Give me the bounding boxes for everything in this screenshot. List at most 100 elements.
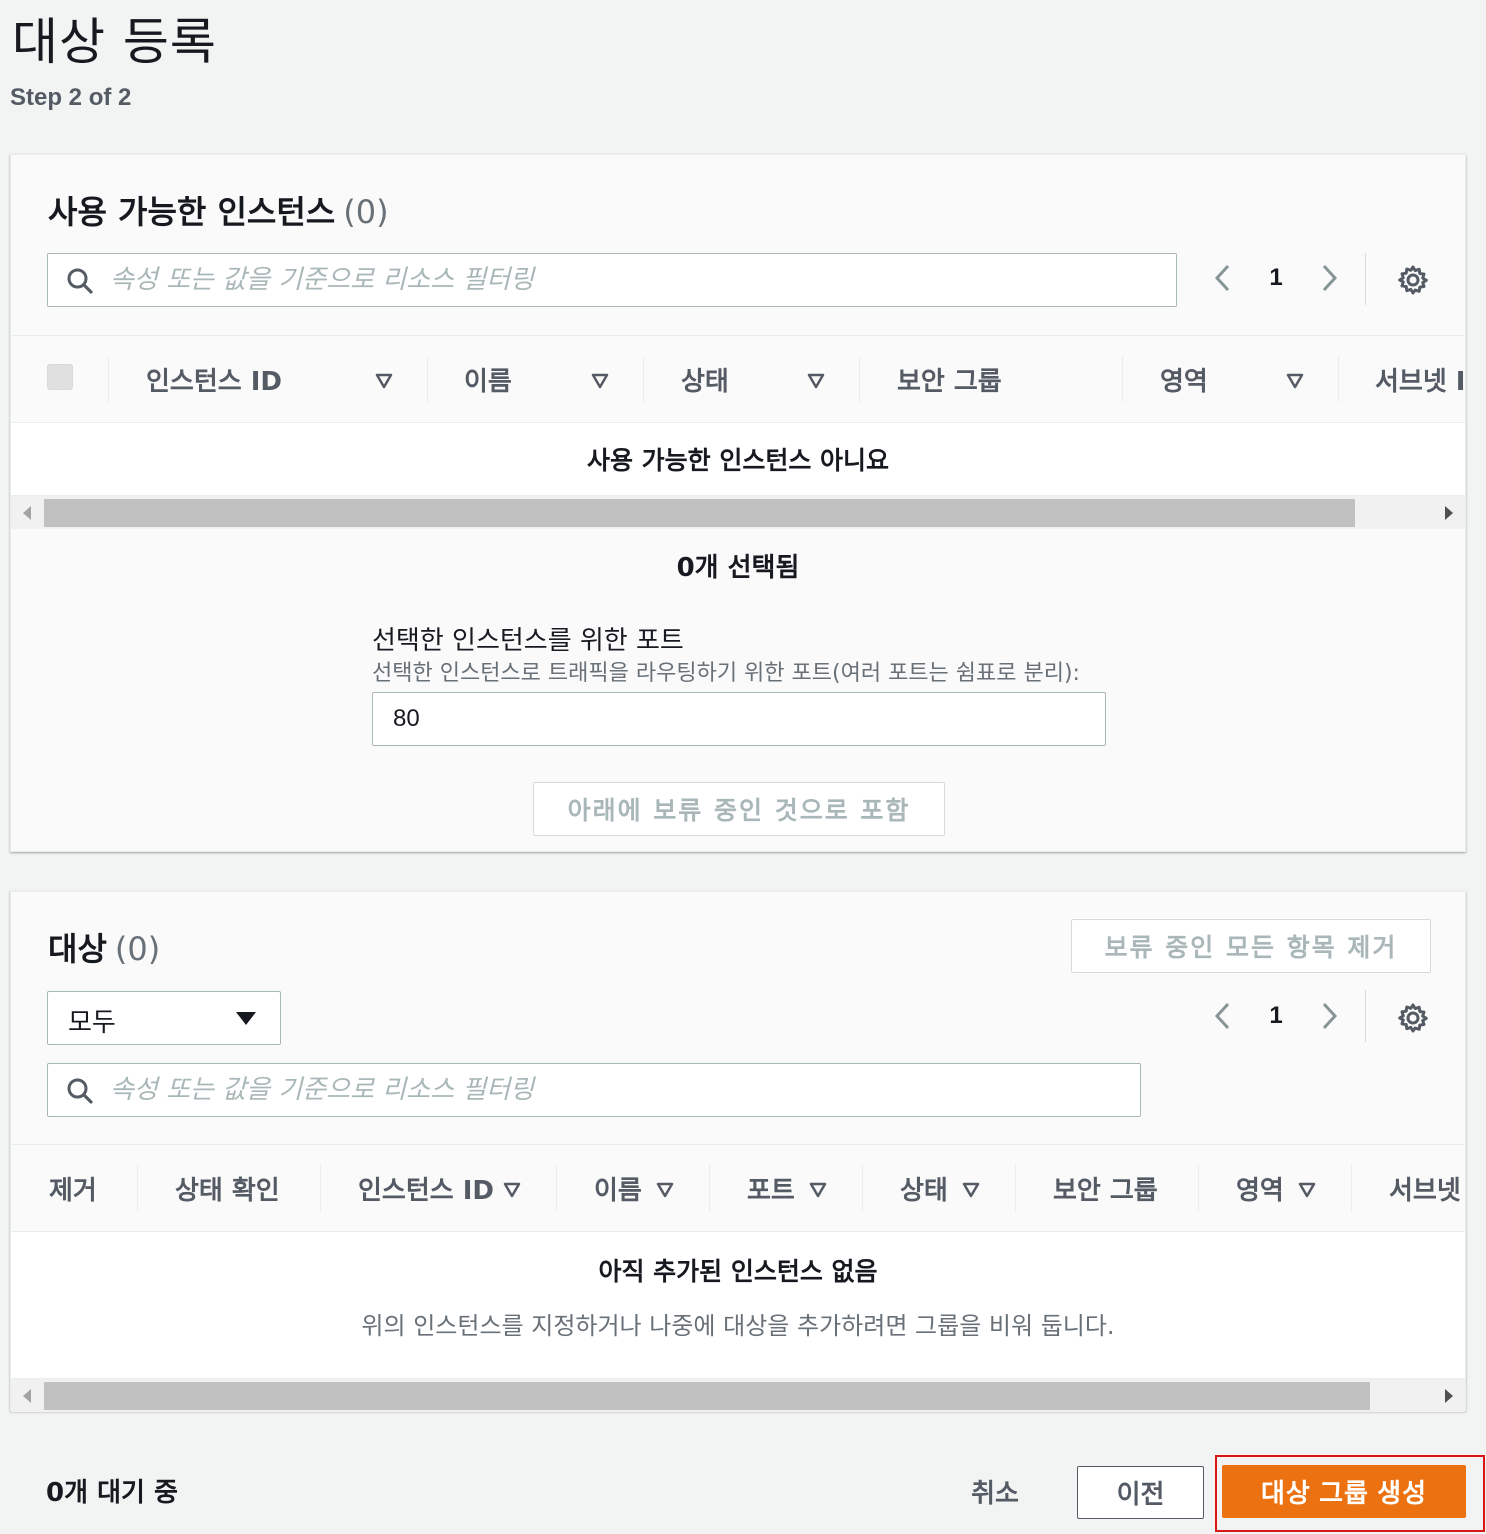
column-label: 상태 xyxy=(900,1175,948,1206)
column-divider xyxy=(643,356,644,402)
port-input[interactable] xyxy=(372,692,1106,746)
chevron-right-icon[interactable] xyxy=(1317,262,1341,294)
include-as-pending-button[interactable]: 아래에 보류 중인 것으로 포함 xyxy=(533,782,945,836)
column-label: 상태 확인 xyxy=(175,1175,280,1206)
column-divider xyxy=(862,1165,863,1211)
available-pagination: 1 xyxy=(1211,262,1341,294)
column-label: 제거 xyxy=(49,1175,97,1206)
sort-caret-icon[interactable] xyxy=(375,373,393,389)
targets-pagination: 1 xyxy=(1211,1000,1341,1032)
remove-all-pending-button[interactable]: 보류 중인 모든 항목 제거 xyxy=(1071,919,1431,973)
sort-caret-icon[interactable] xyxy=(503,1182,521,1198)
sort-caret-icon[interactable] xyxy=(591,373,609,389)
sort-caret-icon[interactable] xyxy=(962,1182,980,1198)
available-instances-count: (0) xyxy=(343,193,389,231)
column-state[interactable]: 상태 xyxy=(681,336,729,422)
pager-divider xyxy=(1365,990,1366,1042)
targets-horizontal-scrollbar[interactable] xyxy=(11,1378,1465,1412)
previous-button[interactable]: 이전 xyxy=(1077,1466,1204,1519)
scrollbar-thumb[interactable] xyxy=(44,1382,1370,1410)
column-label: 인스턴스 ID xyxy=(146,366,282,397)
search-icon xyxy=(67,268,93,294)
available-instances-panel: 사용 가능한 인스턴스(0) 1 인스턴스 ID 이름 상태 보안 그룹 영 xyxy=(10,154,1466,852)
sort-caret-icon[interactable] xyxy=(1298,1182,1316,1198)
scroll-left-arrow-icon[interactable] xyxy=(23,1389,31,1403)
column-name[interactable]: 이름 xyxy=(464,336,512,422)
column-divider xyxy=(1015,1165,1016,1211)
column-instance-id[interactable]: 인스턴스 ID xyxy=(146,336,282,422)
column-divider xyxy=(556,1165,557,1211)
column-health-check[interactable]: 상태 확인 xyxy=(175,1145,280,1231)
scroll-right-arrow-icon[interactable] xyxy=(1445,1389,1453,1403)
caret-down-icon xyxy=(236,1012,256,1025)
chevron-right-icon[interactable] xyxy=(1317,1000,1341,1032)
scrollbar-thumb[interactable] xyxy=(44,499,1355,527)
targets-panel: 대상(0) 보류 중인 모든 항목 제거 모두 1 제거 상태 확인 인스턴스 … xyxy=(10,891,1466,1412)
targets-empty-title: 아직 추가된 인스턴스 없음 xyxy=(598,1257,878,1286)
sort-caret-icon[interactable] xyxy=(809,1182,827,1198)
targets-search-box xyxy=(47,1063,1141,1117)
column-port[interactable]: 포트 xyxy=(747,1145,795,1231)
column-divider xyxy=(137,1165,138,1211)
cancel-button[interactable]: 취소 xyxy=(958,1466,1032,1516)
column-subnet[interactable]: 서브넷 xyxy=(1389,1145,1461,1231)
column-label: 이름 xyxy=(594,1175,642,1206)
targets-heading: 대상 (0) xyxy=(48,924,160,970)
column-zone[interactable]: 영역 xyxy=(1160,336,1208,422)
column-subnet[interactable]: 서브넷 I xyxy=(1375,336,1465,422)
targets-empty-description: 위의 인스턴스를 지정하거나 나중에 대상을 추가하려면 그룹을 비워 둡니다. xyxy=(361,1312,1115,1340)
column-remove[interactable]: 제거 xyxy=(49,1145,97,1231)
sort-caret-icon[interactable] xyxy=(656,1182,674,1198)
column-instance-id[interactable]: 인스턴스 ID xyxy=(358,1145,494,1231)
available-table-header: 인스턴스 ID 이름 상태 보안 그룹 영역 서브넷 I xyxy=(11,335,1465,423)
column-label: 상태 xyxy=(681,366,729,397)
column-label: 보안 그룹 xyxy=(1053,1175,1158,1206)
pending-count: 0개 대기 중 xyxy=(46,1478,178,1508)
column-label: 이름 xyxy=(464,366,512,397)
column-divider xyxy=(1338,356,1339,402)
search-icon xyxy=(67,1078,93,1104)
gear-icon[interactable] xyxy=(1397,1002,1429,1034)
targets-title: 대상 xyxy=(48,930,107,968)
targets-search-input[interactable] xyxy=(110,1070,1122,1110)
available-page-number[interactable]: 1 xyxy=(1235,264,1317,292)
gear-icon[interactable] xyxy=(1397,264,1429,296)
column-security-group[interactable]: 보안 그룹 xyxy=(1053,1145,1158,1231)
targets-filter-value: 모두 xyxy=(68,1008,116,1038)
column-name[interactable]: 이름 xyxy=(594,1145,642,1231)
column-divider xyxy=(108,356,109,402)
column-zone[interactable]: 영역 xyxy=(1236,1145,1284,1231)
column-state[interactable]: 상태 xyxy=(900,1145,948,1231)
targets-count: (0) xyxy=(114,930,161,968)
available-horizontal-scrollbar[interactable] xyxy=(11,495,1465,529)
targets-table-header: 제거 상태 확인 인스턴스 ID 이름 포트 상태 보안 그룹 영역 서브넷 xyxy=(11,1144,1465,1232)
targets-page-number[interactable]: 1 xyxy=(1235,1002,1317,1030)
column-label: 영역 xyxy=(1160,366,1208,397)
column-divider xyxy=(859,356,860,402)
column-divider xyxy=(709,1165,710,1211)
scroll-right-arrow-icon[interactable] xyxy=(1445,506,1453,520)
available-search-box xyxy=(47,253,1177,307)
select-all-checkbox[interactable] xyxy=(47,364,73,390)
column-label: 영역 xyxy=(1236,1175,1284,1206)
column-divider xyxy=(1198,1165,1199,1211)
chevron-left-icon[interactable] xyxy=(1211,262,1235,294)
sort-caret-icon[interactable] xyxy=(807,373,825,389)
port-description: 선택한 인스턴스로 트래픽을 라우팅하기 위한 포트(여러 포트는 쉼표로 분리… xyxy=(372,661,1080,686)
column-divider xyxy=(427,356,428,402)
targets-table-body: 아직 추가된 인스턴스 없음 위의 인스턴스를 지정하거나 나중에 대상을 추가… xyxy=(11,1232,1465,1378)
pager-divider xyxy=(1365,253,1366,305)
step-indicator: Step 2 of 2 xyxy=(10,84,132,111)
sort-caret-icon[interactable] xyxy=(1286,373,1304,389)
column-label: 인스턴스 ID xyxy=(358,1175,494,1206)
column-divider xyxy=(1351,1165,1352,1211)
available-search-input[interactable] xyxy=(110,260,1158,300)
column-divider xyxy=(320,1165,321,1211)
available-instances-title: 사용 가능한 인스턴스 xyxy=(48,193,336,231)
targets-filter-select[interactable]: 모두 xyxy=(47,991,281,1045)
chevron-left-icon[interactable] xyxy=(1211,1000,1235,1032)
create-target-group-button[interactable]: 대상 그룹 생성 xyxy=(1222,1465,1466,1518)
scroll-left-arrow-icon[interactable] xyxy=(23,506,31,520)
column-security-group[interactable]: 보안 그룹 xyxy=(897,336,1002,422)
port-label: 선택한 인스턴스를 위한 포트 xyxy=(372,626,684,656)
